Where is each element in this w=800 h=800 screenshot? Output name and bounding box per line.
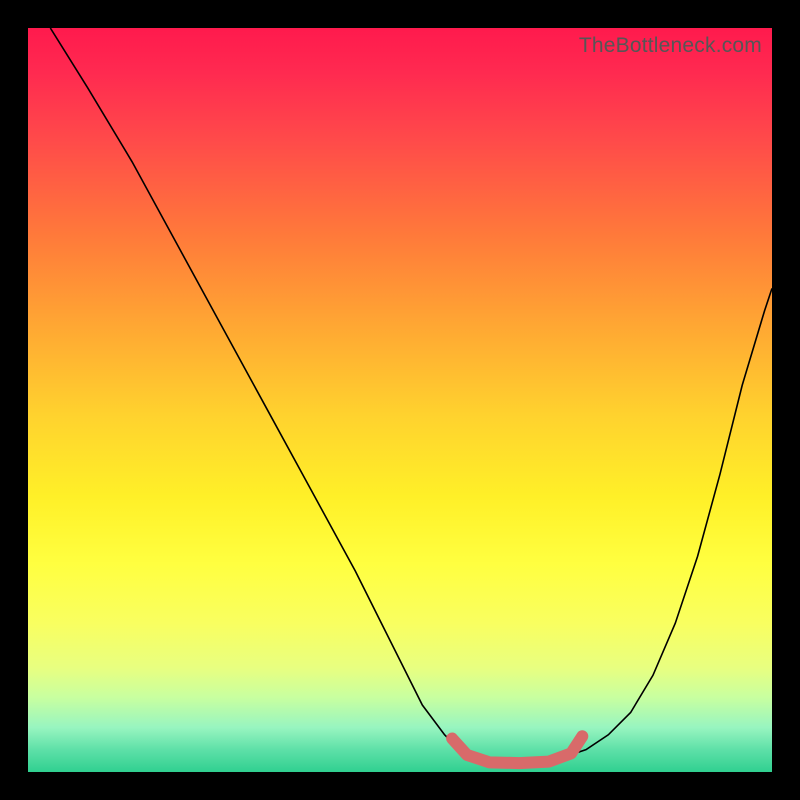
right-curve — [564, 288, 772, 757]
chart-container: TheBottleneck.com — [0, 0, 800, 800]
bottom-accent-curve — [452, 736, 582, 763]
plot-area: TheBottleneck.com — [28, 28, 772, 772]
curve-layer — [28, 28, 772, 772]
left-curve — [50, 28, 474, 757]
